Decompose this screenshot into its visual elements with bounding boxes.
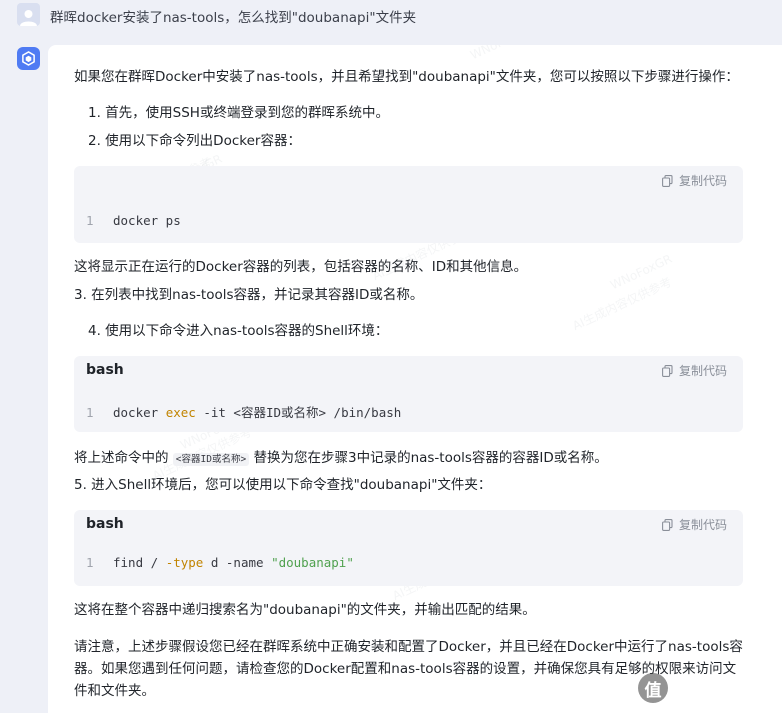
- code-text: find /: [113, 555, 166, 570]
- answer-intro: 如果您在群晖Docker中安装了nas-tools，并且希望找到"doubana…: [74, 69, 739, 85]
- code-keyword: -type: [165, 555, 204, 570]
- code-text: docker ps: [113, 213, 181, 228]
- code1-explanation: 这将显示正在运行的Docker容器的列表，包括容器的名称、ID和其他信息。: [74, 259, 528, 275]
- note-line-1: 请注意，上述步骤假设您已经在群晖系统中正确安装和配置了Docker，并且已经在D…: [74, 639, 743, 655]
- watermark: WNoFoxGR: [608, 251, 675, 293]
- code-header: bash 复制代码: [74, 356, 743, 386]
- copy-code-label: 复制代码: [678, 174, 727, 188]
- code-block-find: bash 复制代码 1 find / -type d -name "doubana…: [74, 510, 743, 586]
- watermark: WNoFoxGR: [468, 45, 534, 62]
- replace-prefix: 将上述命令中的: [74, 450, 173, 466]
- code-language: bash: [86, 516, 124, 532]
- step-4: 4. 使用以下命令进入nas-tools容器的Shell环境：: [88, 323, 389, 339]
- code-line: 1 docker exec -it <容器ID或名称> /bin/bash: [86, 402, 401, 421]
- step-2: 2. 使用以下命令列出Docker容器：: [88, 133, 301, 149]
- logo-badge-icon: 值: [638, 673, 668, 703]
- code-block-docker-exec: bash 复制代码 1 docker exec -it <容器ID或名称> /bi…: [74, 356, 743, 432]
- replace-suffix: 替换为您在步骤3中记录的nas-tools容器的容器ID或名称。: [249, 450, 608, 466]
- code-line: 1 docker ps: [86, 213, 181, 228]
- code-language: bash: [86, 362, 124, 378]
- line-number: 1: [86, 405, 94, 420]
- code3-explanation: 这将在整个容器中递归搜索名为"doubanapi"的文件夹，并输出匹配的结果。: [74, 602, 536, 618]
- code-block-docker-ps: 复制代码 1 docker ps: [74, 166, 743, 243]
- watermark: AI生成内容仅供参考: [570, 274, 674, 334]
- site-logo: 值 什么值得买: [638, 673, 774, 703]
- copy-icon: [662, 174, 673, 187]
- question-bar: 群晖docker安装了nas-tools，怎么找到"doubanapi"文件夹: [0, 0, 782, 32]
- code-line: 1 find / -type d -name "doubanapi": [86, 555, 354, 570]
- step-3: 3. 在列表中找到nas-tools容器，并记录其容器ID或名称。: [74, 287, 424, 303]
- code-string: "doubanapi": [271, 555, 354, 570]
- line-number: 1: [86, 555, 94, 570]
- code-keyword: exec: [165, 405, 196, 420]
- code-header: 复制代码: [74, 166, 743, 196]
- note-line-2: 器。如果您遇到任何问题，请检查您的Docker配置和nas-tools容器的设置…: [74, 661, 737, 677]
- code-text: d -name: [203, 555, 272, 570]
- inline-code: <容器ID或名称>: [172, 453, 250, 466]
- copy-code-button[interactable]: 复制代码: [662, 362, 727, 379]
- code-text: -it <容器ID或名称> /bin/bash: [195, 405, 402, 420]
- question-text: 群晖docker安装了nas-tools，怎么找到"doubanapi"文件夹: [50, 10, 417, 26]
- line-number: 1: [86, 213, 94, 228]
- logo-text: 什么值得买: [674, 677, 774, 702]
- copy-code-button[interactable]: 复制代码: [662, 516, 727, 533]
- step-1: 1. 首先，使用SSH或终端登录到您的群晖系统中。: [88, 105, 389, 121]
- copy-code-button[interactable]: 复制代码: [662, 172, 727, 189]
- copy-code-label: 复制代码: [678, 364, 727, 378]
- bot-avatar-icon: [17, 47, 40, 70]
- copy-icon: [662, 364, 673, 377]
- user-avatar-icon: [17, 3, 40, 26]
- copy-icon: [662, 518, 673, 531]
- replace-instruction: 将上述命令中的 <容器ID或名称> 替换为您在步骤3中记录的nas-tools容…: [74, 448, 608, 470]
- step-5: 5. 进入Shell环境后，您可以使用以下命令查找"doubanapi"文件夹：: [74, 477, 492, 493]
- code-text: docker: [113, 405, 166, 420]
- code-header: bash 复制代码: [74, 510, 743, 540]
- answer-card: AI生成内容仅供参考 AI生成内容仅供参考 AI生成内容仅供参考 AI生成内容仅…: [48, 45, 782, 713]
- note-line-3: 件和文件夹。: [74, 683, 155, 699]
- copy-code-label: 复制代码: [678, 518, 727, 532]
